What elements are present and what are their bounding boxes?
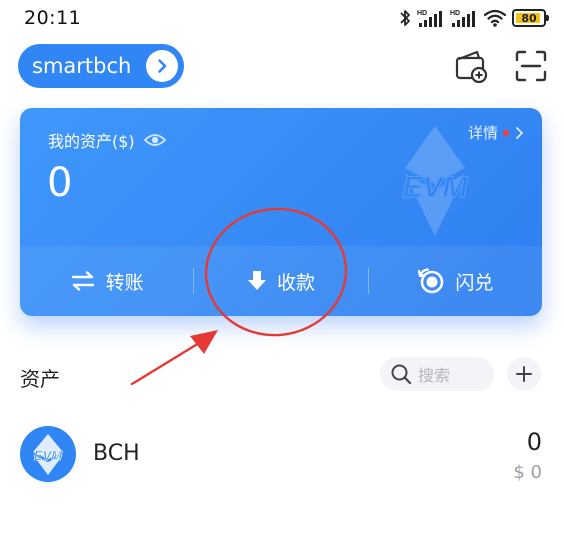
token-fiat-value: $ 0 [513, 462, 542, 483]
transfer-label: 转账 [105, 271, 144, 294]
signal-hd-icon: HD [417, 10, 442, 27]
chevron-right-icon [146, 50, 178, 82]
add-token-button[interactable] [507, 357, 541, 391]
search-placeholder: 搜索 [418, 366, 451, 385]
assets-section-title: 资产 [20, 367, 60, 391]
search-icon [391, 364, 412, 385]
battery-tip [546, 15, 549, 21]
evm-watermark: EVM [390, 126, 480, 240]
receive-icon [247, 271, 266, 290]
token-logo-text: EVM [34, 448, 63, 463]
plus-icon [516, 366, 532, 382]
wifi-icon [483, 9, 507, 27]
notification-dot [503, 129, 509, 136]
card-actions: 转账 收款 闪兑 [20, 246, 542, 316]
scan-icon[interactable] [512, 47, 550, 85]
details-label: 详情 [467, 124, 498, 142]
total-assets-title: 我的资产($) [48, 128, 167, 152]
status-time: 20:11 [24, 7, 82, 29]
token-row-bch[interactable]: EVM BCH 0 $ 0 [0, 418, 564, 494]
network-label: smartbch [32, 54, 132, 78]
bluetooth-icon [400, 10, 410, 26]
transfer-icon [71, 271, 94, 291]
swap-icon [418, 268, 444, 294]
search-input[interactable]: 搜索 [380, 357, 494, 391]
battery-icon: 80 [512, 9, 549, 27]
token-amount: 0 [526, 428, 542, 456]
total-balance: 0 [47, 160, 73, 206]
annotation-arrow-line [130, 338, 206, 386]
watermark-text: EVM [402, 171, 468, 204]
svg-text:HD: HD [417, 10, 427, 17]
transfer-button[interactable]: 转账 [20, 268, 193, 295]
status-bar: 20:11 HD HD 80 [0, 0, 564, 36]
wallet-add-icon[interactable] [452, 47, 490, 85]
details-link[interactable]: 详情 [468, 122, 524, 143]
svg-text:HD: HD [450, 10, 460, 17]
battery-level: 80 [521, 11, 537, 25]
signal-hd-icon: HD [450, 10, 475, 27]
chevron-right-icon [516, 126, 524, 139]
eye-icon[interactable] [143, 132, 167, 148]
evm-token-logo: EVM [20, 426, 76, 482]
total-assets-label: 我的资产($) [48, 132, 135, 151]
token-name: BCH [93, 441, 140, 466]
receive-label: 收款 [276, 271, 315, 294]
swap-button[interactable]: 闪兑 [369, 267, 542, 295]
asset-card: EVM 我的资产($) 详情 0 转账 收款 闪兑 [20, 108, 542, 316]
network-selector-button[interactable]: smartbch [18, 44, 184, 88]
annotation-arrow-head [190, 330, 218, 354]
status-icons: HD HD 80 [398, 8, 549, 28]
receive-button[interactable]: 收款 [194, 268, 367, 295]
swap-label: 闪兑 [455, 271, 494, 294]
